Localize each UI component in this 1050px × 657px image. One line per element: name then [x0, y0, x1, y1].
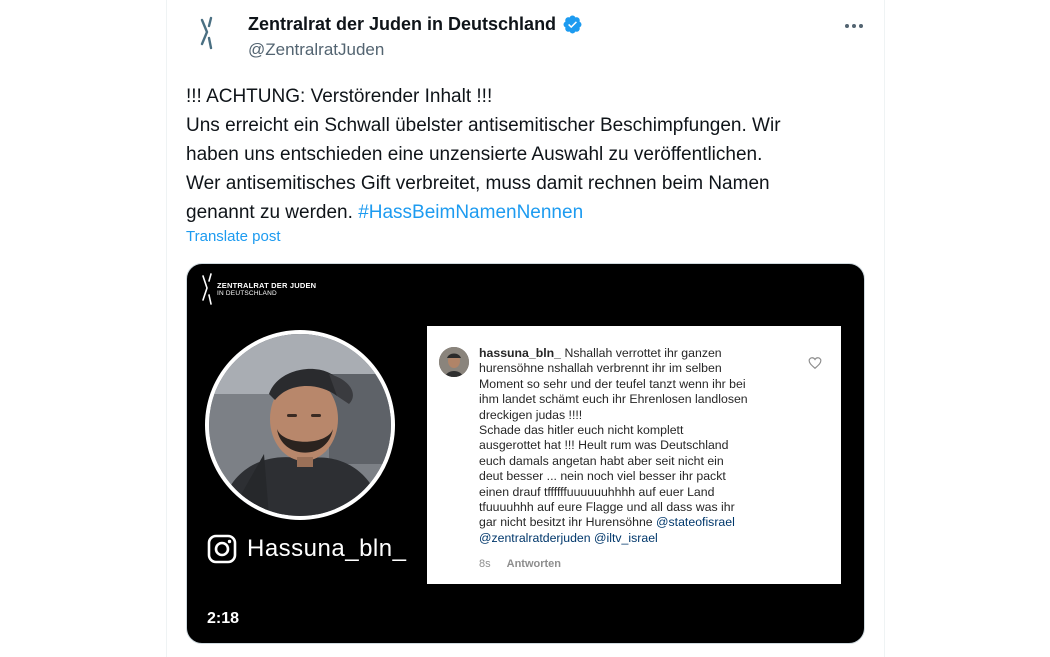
tweet-line-last: genannt zu werden. #HassBeimNamenNennen [186, 198, 866, 227]
profile-photo-illustration [209, 334, 391, 516]
comment-mentions-line: @zentralratderjuden @iltv_israel [479, 531, 799, 546]
comment-line-first: hassuna_bln_ Nshallah verrottet ihr ganz… [479, 346, 799, 361]
comment-line: Nshallah verrottet ihr ganzen [564, 346, 722, 360]
comment-line: gar nicht besitzt ihr Hurensöhne [479, 515, 657, 530]
translate-post-link[interactable]: Translate post [186, 228, 281, 245]
zentralrat-logo-icon [200, 16, 213, 50]
verified-badge-icon [563, 15, 582, 34]
instagram-comment-screenshot: hassuna_bln_ Nshallah verrottet ihr ganz… [427, 326, 841, 584]
display-name[interactable]: Zentralrat der Juden in Deutschland [248, 14, 556, 35]
comment-body: hassuna_bln_ Nshallah verrottet ihr ganz… [479, 346, 799, 546]
account-handle[interactable]: @ZentralratJuden [248, 40, 384, 60]
tweet-line: haben uns entschieden eine unzensierte A… [186, 144, 763, 165]
zentralrat-logo-icon [202, 273, 212, 305]
timeline-border-right [884, 0, 885, 657]
instagram-handle: Hassuna_bln_ [247, 535, 407, 562]
more-options-button[interactable] [842, 14, 866, 38]
account-name-row[interactable]: Zentralrat der Juden in Deutschland [248, 14, 583, 35]
media-org-name: ZENTRALRAT DER JUDEN [217, 281, 317, 290]
profile-photo [209, 334, 391, 516]
comment-line: euch damals angetan habt aber seit nicht… [479, 453, 724, 468]
comment-reply-label: Antworten [506, 558, 562, 570]
hashtag-link[interactable]: #HassBeimNamenNennen [358, 202, 583, 223]
comment-mention: @stateofisrael [656, 515, 735, 530]
comment-time: 8s [479, 558, 491, 570]
comment-avatar [439, 347, 469, 377]
comment-line: dreckigen judas !!!! [479, 407, 583, 422]
profile-picture-frame [205, 330, 395, 520]
video-player[interactable]: ZENTRALRAT DER JUDEN IN DEUTSCHLAND Hass… [186, 263, 865, 644]
more-options-icon [845, 24, 863, 28]
media-org-label: ZENTRALRAT DER JUDEN IN DEUTSCHLAND [217, 282, 316, 298]
comment-line: ausgerottet hat !!! Heult rum was Deutsc… [479, 438, 729, 453]
comment-mention: @iltv_israel [594, 530, 658, 545]
comment-username: hassuna_bln_ [479, 346, 562, 360]
comment-line: deut besser ... nein noch viel besser ih… [479, 469, 726, 484]
instagram-handle-row: Hassuna_bln_ [207, 534, 406, 564]
comment-line: tfuuuuhhh auf eure Flagge und all dass w… [479, 500, 735, 515]
comment-line-with-mention: gar nicht besitzt ihr Hurensöhne @stateo… [479, 515, 799, 530]
comment-line: Moment so sehr und der teufel tanzt wenn… [479, 376, 746, 391]
comment-line: einen drauf tffffffuuuuuuhhhh auf euer L… [479, 484, 715, 499]
tweet-line: Wer antisemitisches Gift verbreitet, mus… [186, 173, 770, 194]
timeline-border-left [166, 0, 167, 657]
comment-meta: 8s Antworten [479, 558, 561, 570]
comment-line: ihm landet schämt euch ihr Ehrenlosen la… [479, 392, 748, 407]
media-org-sub: IN DEUTSCHLAND [217, 290, 277, 297]
tweet-line-text: genannt zu werden. [186, 202, 359, 223]
tweet-text: !!! ACHTUNG: Verstörender Inhalt !!! Uns… [186, 82, 866, 227]
comment-line: Schade das hitler euch nicht komplett [479, 423, 684, 438]
comment-avatar-illustration [439, 347, 469, 377]
account-avatar[interactable] [186, 12, 230, 56]
tweet-line: !!! ACHTUNG: Verstörender Inhalt !!! [186, 86, 493, 107]
video-duration: 2:18 [207, 610, 240, 627]
comment-line: hurensöhne nshallah verbrennt ihr im sel… [479, 361, 722, 376]
comment-mention: @zentralratderjuden [479, 530, 591, 545]
heart-icon [808, 357, 822, 370]
instagram-icon [207, 534, 237, 564]
tweet-line: Uns erreicht ein Schwall übelster antise… [186, 115, 781, 136]
